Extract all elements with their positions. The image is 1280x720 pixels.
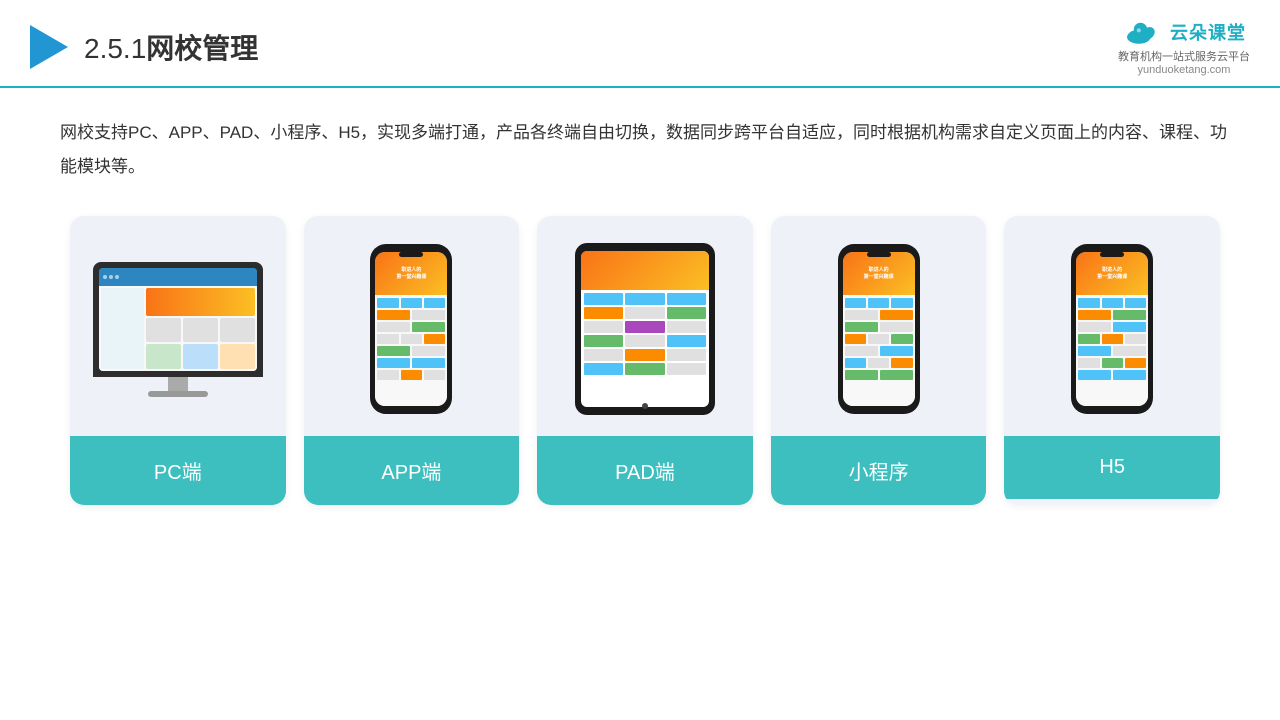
card-h5: 职进人的第一堂兴趣课 H5 xyxy=(1004,216,1220,505)
card-pc: PC端 xyxy=(70,216,286,505)
app-phone: 职进人的第一堂兴趣课 xyxy=(370,244,452,414)
miniapp-phone: 职进人的第一堂兴趣课 xyxy=(838,244,920,414)
card-pad-image xyxy=(537,216,753,436)
card-h5-label: H5 xyxy=(1004,436,1220,499)
main-content: 网校支持PC、APP、PAD、小程序、H5，实现多端打通，产品各终端自由切换，数… xyxy=(0,88,1280,525)
play-icon xyxy=(30,25,68,69)
logo-name: 云朵课堂 xyxy=(1170,19,1246,45)
card-app-image: 职进人的第一堂兴趣课 xyxy=(304,216,520,436)
card-miniapp: 职进人的第一堂兴趣课 小程序 xyxy=(771,216,987,505)
logo-cloud: 云朵课堂 xyxy=(1122,18,1246,46)
pad-screen xyxy=(581,251,709,407)
card-pc-label: PC端 xyxy=(70,436,286,505)
h5-screen: 职进人的第一堂兴趣课 xyxy=(1076,252,1148,406)
monitor-screen xyxy=(99,268,257,371)
card-pc-image xyxy=(70,216,286,436)
description-text: 网校支持PC、APP、PAD、小程序、H5，实现多端打通，产品各终端自由切换，数… xyxy=(60,116,1230,184)
cloud-icon xyxy=(1122,18,1164,46)
app-screen: 职进人的第一堂兴趣课 xyxy=(375,252,447,406)
header-left: 2.5.1网校管理 xyxy=(30,25,258,69)
pad-tablet xyxy=(575,243,715,415)
miniapp-screen: 职进人的第一堂兴趣课 xyxy=(843,252,915,406)
h5-phone: 职进人的第一堂兴趣课 xyxy=(1071,244,1153,414)
card-miniapp-image: 职进人的第一堂兴趣课 xyxy=(771,216,987,436)
card-app-label: APP端 xyxy=(304,436,520,505)
cards-area: PC端 职进人的第一堂兴趣课 xyxy=(60,216,1230,505)
monitor-frame xyxy=(93,262,263,377)
card-app: 职进人的第一堂兴趣课 APP端 xyxy=(304,216,520,505)
header: 2.5.1网校管理 云朵课堂 教育机构一站式服务云平台 yunduoketang… xyxy=(0,0,1280,88)
card-pad-label: PAD端 xyxy=(537,436,753,505)
pc-monitor xyxy=(93,262,263,397)
card-miniapp-label: 小程序 xyxy=(771,436,987,505)
logo-area: 云朵课堂 教育机构一站式服务云平台 yunduoketang.com xyxy=(1118,18,1250,76)
card-pad: PAD端 xyxy=(537,216,753,505)
logo-tagline: 教育机构一站式服务云平台 xyxy=(1118,48,1250,64)
card-h5-image: 职进人的第一堂兴趣课 xyxy=(1004,216,1220,436)
page-title: 2.5.1网校管理 xyxy=(84,27,258,67)
logo-url: yunduoketang.com xyxy=(1138,64,1231,76)
